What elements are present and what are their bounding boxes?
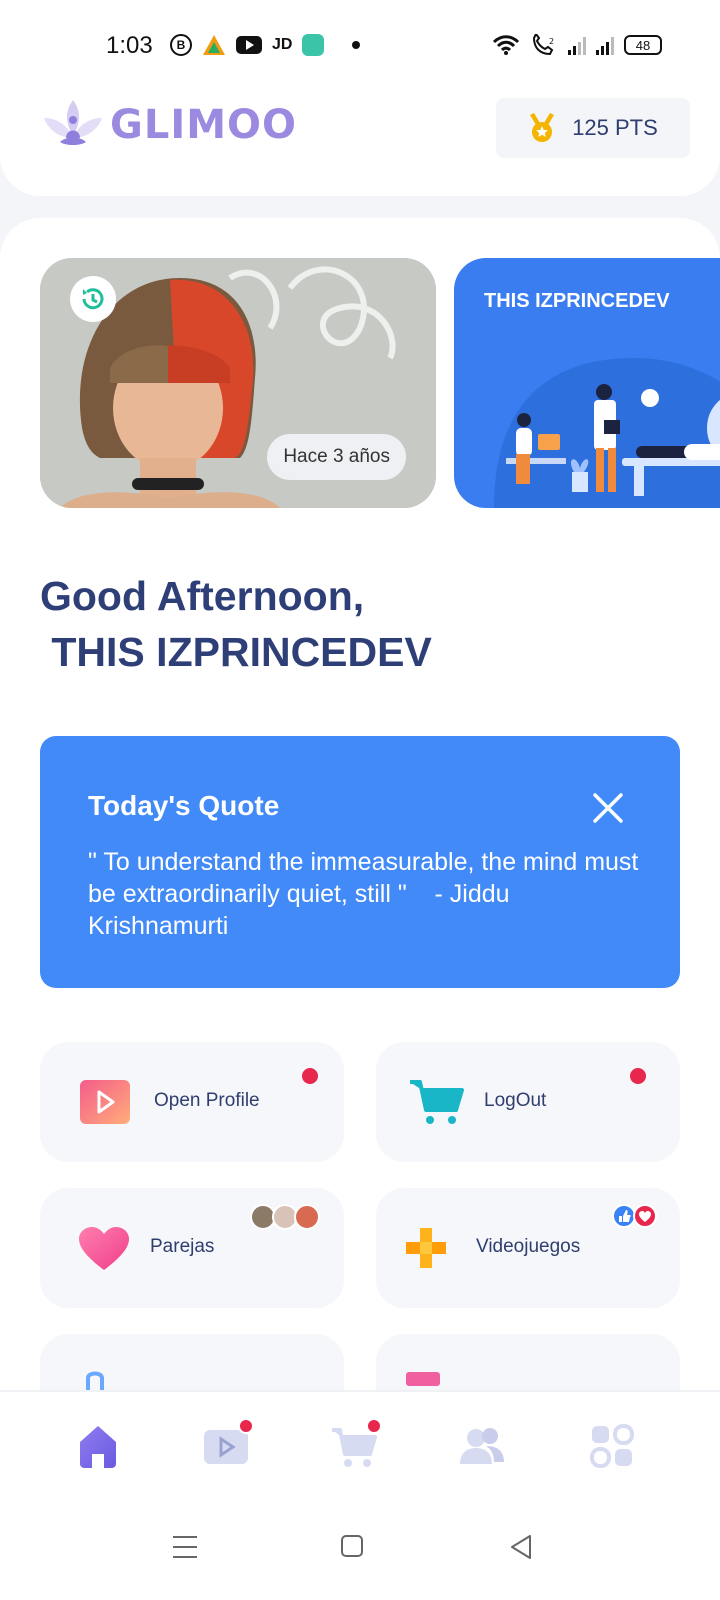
home-icon [80,1426,116,1468]
signal-icon-2 [596,35,614,55]
youtube-icon [236,36,262,54]
volte-icon: 2 [532,34,554,56]
nav-home[interactable] [74,1422,122,1470]
logout-label: LogOut [484,1090,547,1111]
menu-icon[interactable] [172,1534,198,1560]
history-icon[interactable] [70,276,116,322]
nav-video[interactable] [202,1418,254,1470]
history-icon-glyph [82,288,104,310]
b-icon: B [170,34,192,56]
svg-text:2: 2 [549,37,554,46]
quote-card: Today's Quote " To understand the immeas… [40,736,680,988]
open-profile-label: Open Profile [154,1090,260,1111]
medal-icon [530,113,555,142]
videojuegos-label: Videojuegos [476,1236,581,1257]
people-icon [460,1428,504,1464]
greeting-heading: Good Afternoon, THIS IZPRINCEDEV [40,573,432,675]
cart-icon [410,1080,464,1124]
story-age-badge: Hace 3 años [267,434,406,480]
heart-icon [79,1227,129,1270]
notification-dot [352,41,361,49]
gamepad-icon [406,1228,446,1268]
bag-icon [86,1371,104,1390]
reactions-icon [612,1204,657,1228]
wifi-icon [492,35,520,55]
promo-card[interactable]: THIS IZPRINCEDEV [454,258,720,508]
quote-text: " To understand the immeasurable, the mi… [88,848,646,940]
story-card[interactable]: Hace 3 años [40,258,436,508]
parejas-tile[interactable]: Parejas [40,1188,344,1308]
battery-icon: 48 [624,35,662,55]
main-content: Hace 3 años THIS IZPRINCEDEV Good Aftern… [0,218,720,1398]
notification-dot [366,1418,382,1434]
avatar-stack [250,1204,320,1230]
nav-community[interactable] [458,1422,506,1470]
card-icon [406,1372,440,1386]
close-icon[interactable] [592,792,624,824]
play-icon [80,1080,130,1124]
app-logo: GLIMOO [40,96,297,154]
quote-title: Today's Quote [88,790,280,821]
notification-dot [238,1418,254,1434]
signal-icon [568,35,586,55]
videojuegos-tile[interactable]: Videojuegos [376,1188,680,1308]
app-triangle-icon [203,35,225,55]
nav-cart[interactable] [330,1418,382,1470]
partial-tile[interactable] [40,1334,344,1398]
nav-more[interactable] [588,1422,636,1470]
bottom-navigation [0,1390,720,1500]
status-time: 1:03 [106,32,153,59]
status-bar: 1:03 B JD 2 48 [0,0,720,92]
lotus-logo-icon [44,100,102,145]
app-name: GLIMOO [110,102,298,148]
back-icon[interactable] [508,1534,534,1560]
open-profile-tile[interactable]: Open Profile [40,1042,344,1162]
notification-dot [302,1068,318,1084]
jd-icon: JD [272,36,293,53]
grid-icon [590,1424,634,1468]
status-notification-icons: B JD [170,34,361,56]
notification-dot [630,1068,646,1084]
points-value: 125 PTS [572,115,658,140]
points-badge[interactable]: 125 PTS [496,98,690,158]
home-square-icon[interactable] [340,1534,364,1558]
partial-tile[interactable] [376,1334,680,1398]
status-system-icons: 2 48 [492,34,662,56]
system-navigation [0,1500,720,1600]
chat-app-icon [302,34,325,56]
avatar [294,1204,320,1230]
logout-tile[interactable]: LogOut [376,1042,680,1162]
clinic-illustration [494,358,720,508]
parejas-label: Parejas [150,1236,215,1257]
